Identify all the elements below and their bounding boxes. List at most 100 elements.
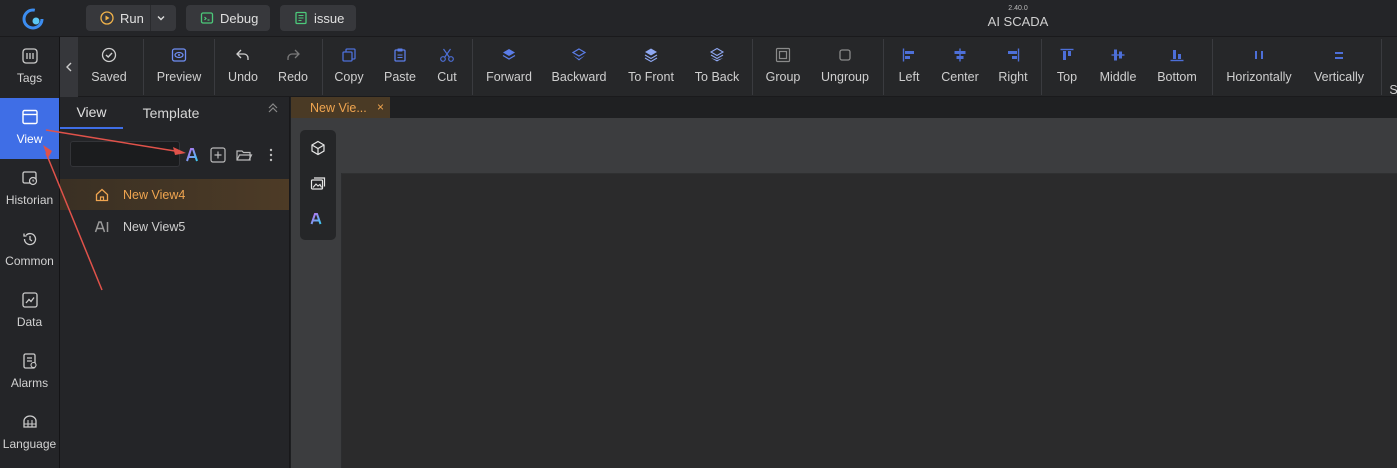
sidebar-item-alarms[interactable]: Alarms bbox=[0, 342, 59, 403]
view-search-input[interactable] bbox=[70, 141, 180, 167]
view-list-label: New View5 bbox=[123, 220, 186, 234]
tab-view[interactable]: View bbox=[60, 97, 123, 129]
paste-icon bbox=[394, 48, 406, 62]
language-icon bbox=[22, 415, 37, 428]
align-right-icon bbox=[1008, 48, 1020, 62]
app-window: Run Debug issue 2.40.0 AI SCADA Tags Vie… bbox=[0, 0, 1397, 468]
ai-view-icon bbox=[94, 221, 109, 233]
align-top-button[interactable]: Top bbox=[1053, 37, 1081, 97]
ai-generate-icon[interactable] bbox=[185, 146, 203, 164]
chevron-down-icon bbox=[157, 16, 164, 21]
run-dropdown-button[interactable] bbox=[150, 5, 176, 31]
backward-label: Backward bbox=[551, 70, 607, 84]
distribute-horizontally-button[interactable]: Horizontally bbox=[1223, 37, 1295, 97]
to-back-icon bbox=[709, 47, 725, 62]
cut-label: Cut bbox=[437, 70, 457, 84]
scissors-icon bbox=[440, 48, 454, 62]
ai-assistant-icon[interactable] bbox=[310, 211, 328, 227]
ungroup-icon bbox=[839, 49, 851, 61]
chevron-left-icon bbox=[66, 62, 72, 72]
issue-label: issue bbox=[314, 10, 345, 26]
ungroup-label: Ungroup bbox=[821, 70, 869, 84]
align-bottom-icon bbox=[1170, 50, 1184, 62]
sidebar-item-view[interactable]: View bbox=[0, 98, 59, 159]
to-front-button[interactable]: To Front bbox=[624, 37, 678, 97]
align-right-label: Right bbox=[998, 70, 1028, 84]
sidebar-item-historian[interactable]: Historian bbox=[0, 159, 59, 220]
tab-template[interactable]: Template bbox=[130, 97, 212, 129]
group-button[interactable]: Group bbox=[762, 37, 804, 97]
issue-button[interactable]: issue bbox=[280, 5, 356, 31]
align-center-label: Center bbox=[941, 70, 979, 84]
to-back-label: To Back bbox=[694, 70, 740, 84]
app-logo-icon bbox=[22, 8, 44, 30]
copy-icon bbox=[342, 48, 356, 62]
document-tab[interactable]: New Vie... × bbox=[291, 97, 390, 118]
design-canvas[interactable] bbox=[342, 173, 1397, 468]
group-icon bbox=[775, 47, 791, 63]
sidebar-item-language[interactable]: Language bbox=[0, 403, 59, 464]
to-back-button[interactable]: To Back bbox=[690, 37, 744, 97]
toolbar-collapse-button[interactable] bbox=[60, 37, 78, 97]
vertical-tool-palette bbox=[300, 130, 336, 240]
to-front-label: To Front bbox=[628, 70, 674, 84]
run-label: Run bbox=[120, 10, 144, 26]
align-middle-button[interactable]: Middle bbox=[1096, 37, 1140, 97]
left-sidebar: Tags View Historian Common Data Alarms L… bbox=[0, 37, 60, 468]
view-list-item-new-view5[interactable]: New View5 bbox=[60, 211, 289, 242]
backward-button[interactable]: Backward bbox=[548, 37, 610, 97]
issue-icon bbox=[295, 11, 307, 25]
debug-icon bbox=[200, 12, 214, 24]
saved-button[interactable]: Saved bbox=[84, 37, 134, 97]
view-icon bbox=[21, 109, 38, 125]
align-left-button[interactable]: Left bbox=[894, 37, 924, 97]
debug-label: Debug bbox=[220, 10, 259, 26]
sidebar-item-common[interactable]: Common bbox=[0, 220, 59, 281]
distribute-vertically-button[interactable]: Vertically bbox=[1309, 37, 1369, 97]
view-list-item-new-view4[interactable]: New View4 bbox=[60, 179, 289, 210]
add-view-icon[interactable] bbox=[209, 146, 227, 164]
toolbar-overflow-item[interactable]: S bbox=[1390, 37, 1397, 97]
home-icon bbox=[95, 188, 109, 202]
3d-cube-icon[interactable] bbox=[310, 140, 326, 156]
align-right-button[interactable]: Right bbox=[996, 37, 1030, 97]
group-label: Group bbox=[765, 70, 801, 84]
distribute-horizontal-icon bbox=[1255, 51, 1263, 59]
preview-eye-icon bbox=[171, 48, 187, 62]
saved-check-icon bbox=[101, 47, 117, 63]
more-options-icon[interactable] bbox=[262, 146, 280, 164]
common-icon bbox=[22, 232, 36, 246]
align-left-icon bbox=[902, 48, 914, 62]
copy-button[interactable]: Copy bbox=[329, 37, 369, 97]
undo-button[interactable]: Undo bbox=[222, 37, 264, 97]
sidebar-item-tags[interactable]: Tags bbox=[0, 37, 59, 98]
sidebar-item-label: Common bbox=[5, 254, 54, 268]
collapse-up-icon[interactable] bbox=[266, 101, 280, 115]
paste-button[interactable]: Paste bbox=[378, 37, 422, 97]
cut-button[interactable]: Cut bbox=[431, 37, 463, 97]
tags-icon bbox=[21, 48, 38, 64]
canvas-area bbox=[291, 118, 1397, 468]
open-folder-icon[interactable] bbox=[235, 146, 253, 164]
redo-button[interactable]: Redo bbox=[272, 37, 314, 97]
app-title: AI SCADA bbox=[987, 14, 1049, 29]
sidebar-item-data[interactable]: Data bbox=[0, 281, 59, 342]
debug-button[interactable]: Debug bbox=[186, 5, 270, 31]
app-version: 2.40.0 bbox=[1008, 5, 1028, 12]
redo-icon bbox=[287, 49, 300, 60]
close-icon[interactable]: × bbox=[377, 100, 384, 114]
image-gallery-icon[interactable] bbox=[310, 176, 326, 192]
run-button[interactable]: Run bbox=[86, 5, 176, 31]
document-tab-bar: New Vie... × bbox=[291, 97, 1397, 118]
preview-button[interactable]: Preview bbox=[152, 37, 206, 97]
align-center-icon bbox=[954, 48, 966, 62]
align-bottom-button[interactable]: Bottom bbox=[1153, 37, 1201, 97]
redo-label: Redo bbox=[278, 70, 308, 84]
sidebar-item-label: Historian bbox=[5, 193, 54, 207]
toolbar: Saved Preview Undo Redo Copy Paste Cut F… bbox=[60, 37, 1397, 97]
to-front-icon bbox=[644, 48, 658, 63]
title-bar: Run Debug issue 2.40.0 AI SCADA bbox=[0, 0, 1397, 37]
forward-button[interactable]: Forward bbox=[482, 37, 536, 97]
ungroup-button[interactable]: Ungroup bbox=[816, 37, 874, 97]
align-center-button[interactable]: Center bbox=[938, 37, 982, 97]
